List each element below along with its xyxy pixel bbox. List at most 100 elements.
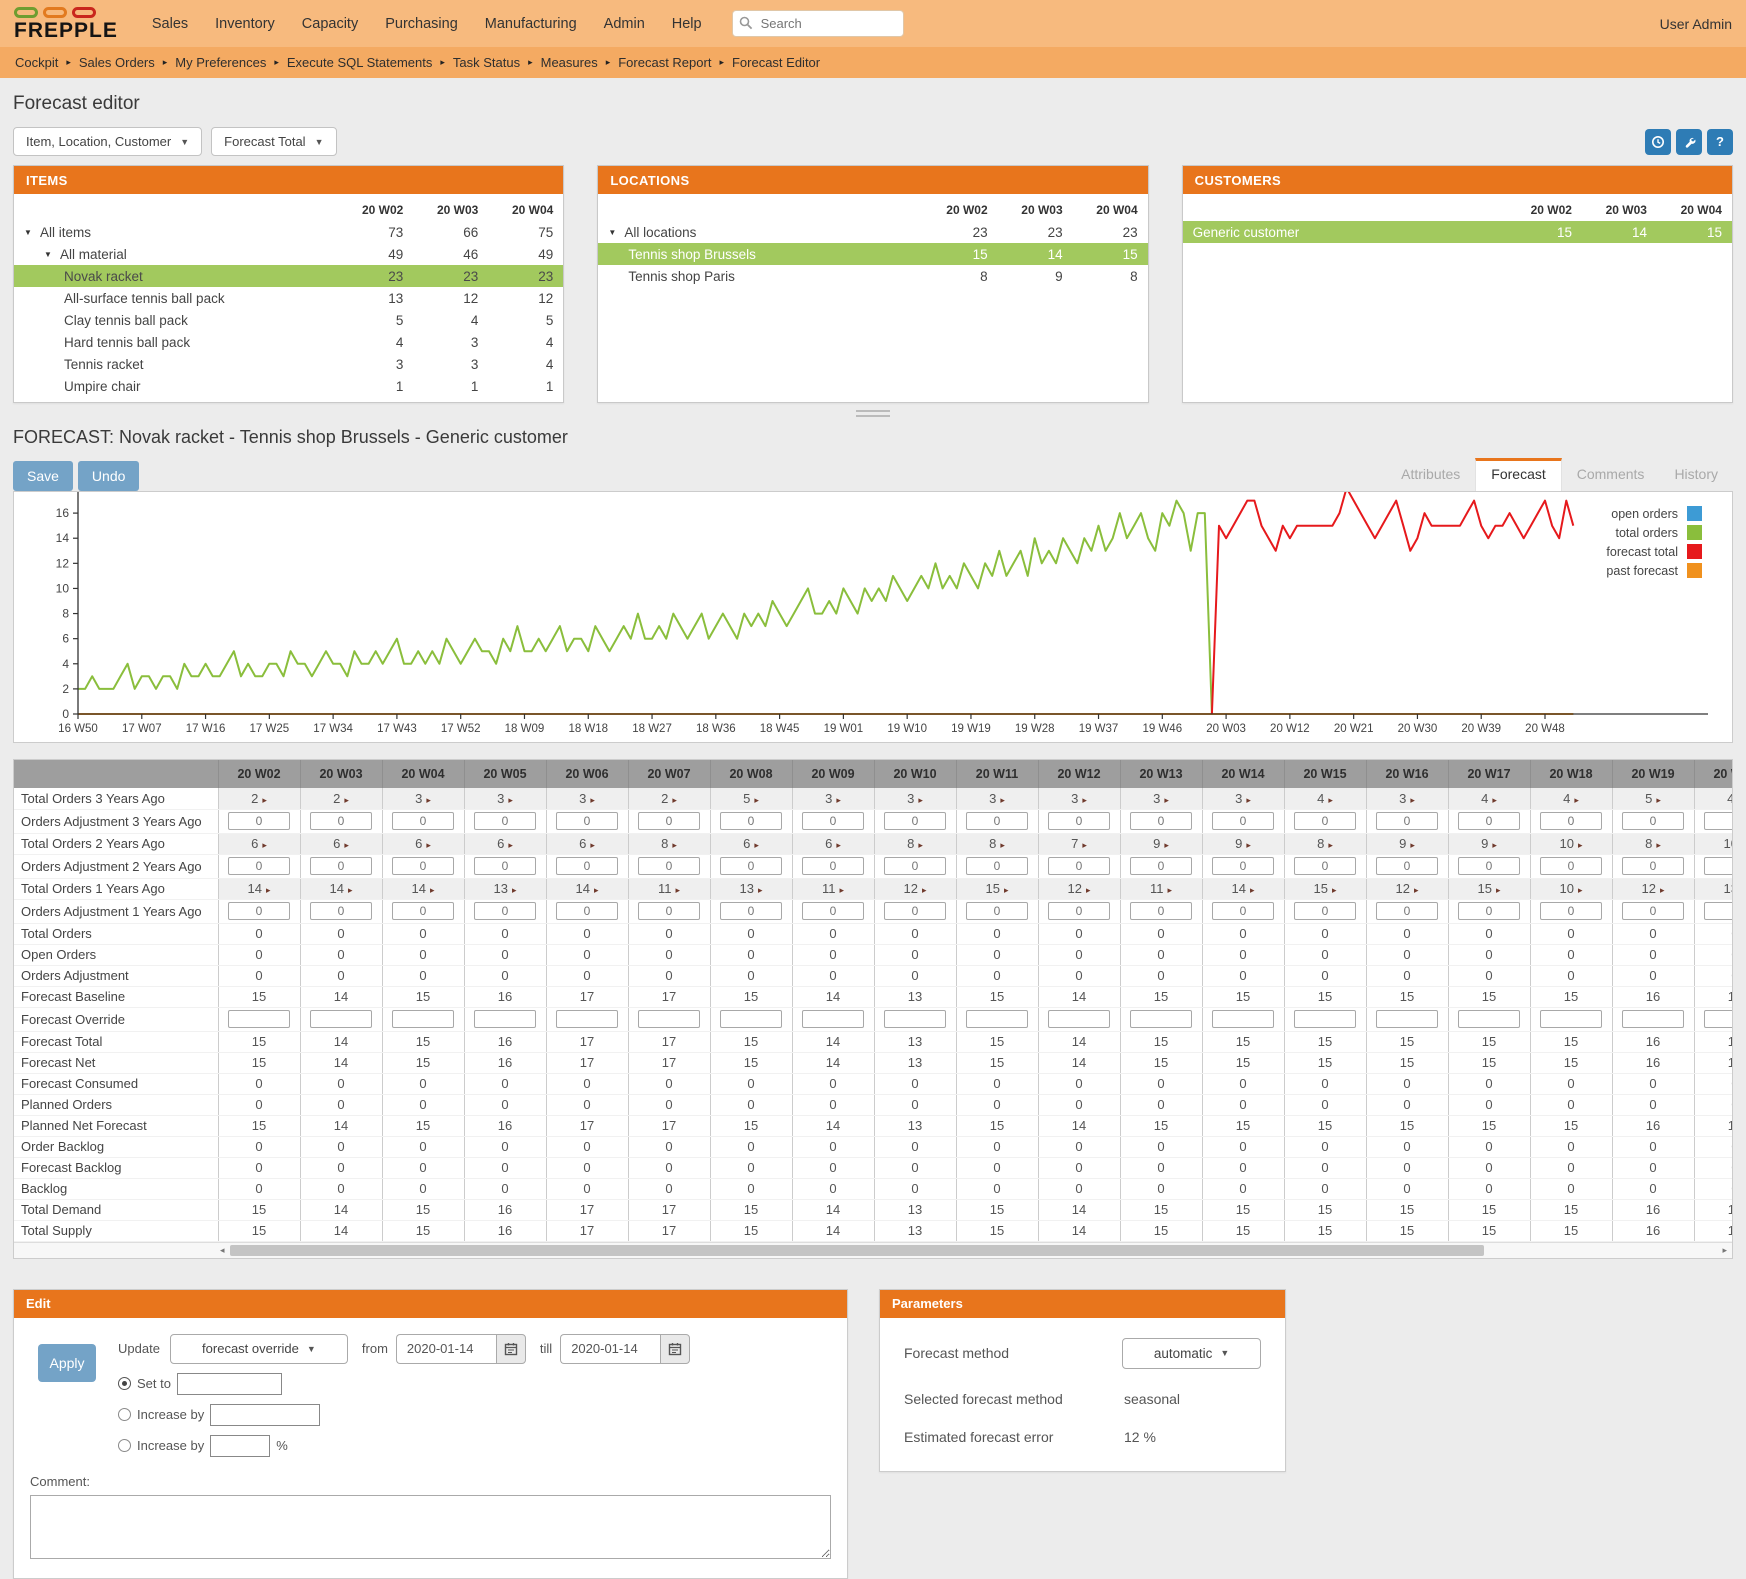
grid-cell[interactable] <box>1366 809 1448 833</box>
grid-cell-input[interactable] <box>1376 812 1438 830</box>
grid-cell-input[interactable] <box>474 857 536 875</box>
grid-cell-input[interactable] <box>310 812 372 830</box>
grid-cell[interactable] <box>382 809 464 833</box>
grid-cell[interactable]: 2▸ <box>218 788 300 809</box>
dimension-selector-dropdown[interactable]: Item, Location, Customer▼ <box>13 127 202 156</box>
drilldown-chevron-icon[interactable]: ▸ <box>1167 885 1172 895</box>
grid-cell[interactable]: 3▸ <box>464 788 546 809</box>
grid-cell-input[interactable] <box>1212 857 1274 875</box>
drilldown-chevron-icon[interactable]: ▸ <box>512 885 517 895</box>
items-row[interactable]: ▼All material494649 <box>14 243 563 265</box>
grid-cell[interactable] <box>1612 854 1694 878</box>
grid-cell[interactable] <box>382 899 464 923</box>
grid-cell[interactable] <box>1038 1007 1120 1031</box>
grid-cell[interactable]: 3▸ <box>382 788 464 809</box>
breadcrumb-item[interactable]: Cockpit <box>15 55 58 70</box>
drilldown-chevron-icon[interactable]: ▸ <box>594 885 599 895</box>
grid-cell[interactable] <box>628 899 710 923</box>
menu-item-sales[interactable]: Sales <box>152 16 188 32</box>
grid-cell-input[interactable] <box>228 1010 290 1028</box>
grid-cell[interactable]: 14▸ <box>218 878 300 899</box>
drilldown-chevron-icon[interactable]: ▸ <box>1332 885 1337 895</box>
grid-cell[interactable]: 14▸ <box>546 878 628 899</box>
panel-resize-handle[interactable] <box>856 410 890 417</box>
grid-cell[interactable]: 11▸ <box>792 878 874 899</box>
grid-cell-input[interactable] <box>556 812 618 830</box>
grid-cell[interactable] <box>218 1007 300 1031</box>
drilldown-chevron-icon[interactable]: ▸ <box>1492 840 1497 850</box>
grid-cell[interactable]: 3▸ <box>546 788 628 809</box>
grid-cell-input[interactable] <box>556 1010 618 1028</box>
grid-cell-input[interactable] <box>1130 812 1192 830</box>
grid-cell-input[interactable] <box>1376 857 1438 875</box>
grid-cell[interactable] <box>792 899 874 923</box>
items-row[interactable]: Umpire chair111 <box>14 375 563 397</box>
grid-cell[interactable] <box>792 809 874 833</box>
grid-cell[interactable] <box>464 1007 546 1031</box>
drilldown-chevron-icon[interactable]: ▸ <box>348 885 353 895</box>
increase-by-percent-radio[interactable] <box>118 1439 131 1452</box>
grid-cell[interactable]: 9▸ <box>1448 833 1530 854</box>
grid-cell-input[interactable] <box>228 902 290 920</box>
drilldown-chevron-icon[interactable]: ▸ <box>1246 795 1251 805</box>
breadcrumb-item[interactable]: Task Status <box>453 55 520 70</box>
grid-cell[interactable] <box>956 809 1038 833</box>
update-measure-dropdown[interactable]: forecast override▼ <box>170 1334 348 1364</box>
grid-cell[interactable]: 13▸ <box>464 878 546 899</box>
grid-cell-input[interactable] <box>720 1010 782 1028</box>
grid-cell-input[interactable] <box>228 857 290 875</box>
grid-cell[interactable] <box>546 1007 628 1031</box>
grid-cell[interactable]: 7▸ <box>1038 833 1120 854</box>
grid-cell[interactable]: 13▸ <box>710 878 792 899</box>
drilldown-chevron-icon[interactable]: ▸ <box>1328 840 1333 850</box>
grid-cell[interactable] <box>1612 1007 1694 1031</box>
drilldown-chevron-icon[interactable]: ▸ <box>1082 840 1087 850</box>
items-row[interactable]: ▼All items736675 <box>14 221 563 243</box>
from-calendar-button[interactable] <box>496 1334 526 1364</box>
drilldown-chevron-icon[interactable]: ▸ <box>344 795 349 805</box>
apply-button[interactable]: Apply <box>38 1344 96 1382</box>
drilldown-chevron-icon[interactable]: ▸ <box>836 795 841 805</box>
grid-cell[interactable] <box>1120 899 1202 923</box>
grid-cell-input[interactable] <box>966 857 1028 875</box>
grid-cell[interactable]: 12▸ <box>874 878 956 899</box>
grid-cell[interactable]: 8▸ <box>956 833 1038 854</box>
grid-cell[interactable] <box>1120 854 1202 878</box>
grid-cell-input[interactable] <box>638 857 700 875</box>
grid-cell[interactable] <box>1366 1007 1448 1031</box>
grid-cell[interactable] <box>1612 809 1694 833</box>
drilldown-chevron-icon[interactable]: ▸ <box>922 885 927 895</box>
grid-cell[interactable] <box>710 1007 792 1031</box>
grid-cell[interactable]: 6▸ <box>300 833 382 854</box>
grid-cell-input[interactable] <box>720 812 782 830</box>
legend-item-forecast-total[interactable]: forecast total <box>1606 542 1702 561</box>
grid-cell-input[interactable] <box>1704 812 1732 830</box>
grid-cell-input[interactable] <box>1130 857 1192 875</box>
grid-cell-input[interactable] <box>1048 857 1110 875</box>
grid-cell[interactable]: 10▸ <box>1694 833 1732 854</box>
grid-cell-input[interactable] <box>1622 857 1684 875</box>
locations-row[interactable]: ▼All locations232323 <box>598 221 1147 243</box>
grid-cell[interactable]: 6▸ <box>710 833 792 854</box>
grid-cell[interactable] <box>1694 899 1732 923</box>
grid-cell-input[interactable] <box>392 902 454 920</box>
grid-cell-input[interactable] <box>1540 1010 1602 1028</box>
legend-item-total-orders[interactable]: total orders <box>1606 523 1702 542</box>
drilldown-chevron-icon[interactable]: ▸ <box>754 840 759 850</box>
drilldown-chevron-icon[interactable]: ▸ <box>430 885 435 895</box>
expand-caret-icon[interactable]: ▼ <box>24 228 34 237</box>
grid-cell[interactable]: 12▸ <box>1366 878 1448 899</box>
drilldown-chevron-icon[interactable]: ▸ <box>1000 795 1005 805</box>
grid-cell[interactable]: 14▸ <box>382 878 464 899</box>
grid-cell[interactable] <box>628 854 710 878</box>
forecast-method-dropdown[interactable]: automatic▼ <box>1122 1338 1261 1369</box>
grid-cell[interactable] <box>1120 1007 1202 1031</box>
drilldown-chevron-icon[interactable]: ▸ <box>1250 885 1255 895</box>
breadcrumb-item[interactable]: Forecast Report <box>618 55 711 70</box>
grid-cell[interactable]: 8▸ <box>1284 833 1366 854</box>
items-row[interactable]: Novak racket232323 <box>14 265 563 287</box>
grid-cell[interactable] <box>1038 854 1120 878</box>
grid-cell[interactable] <box>874 1007 956 1031</box>
grid-cell[interactable] <box>218 809 300 833</box>
drilldown-chevron-icon[interactable]: ▸ <box>1578 885 1583 895</box>
